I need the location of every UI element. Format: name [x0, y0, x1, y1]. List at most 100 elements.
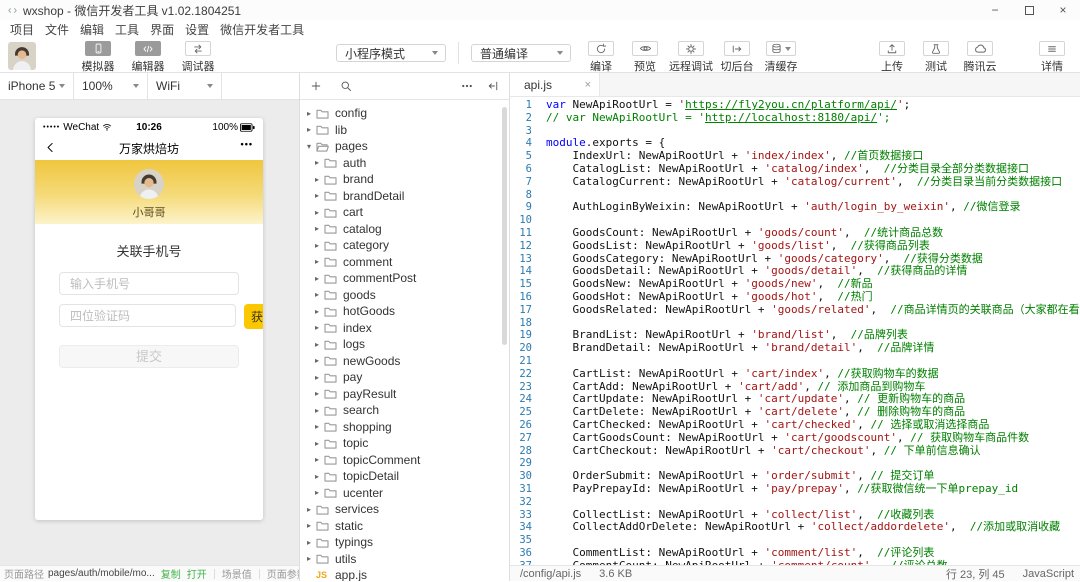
compile-select-value: 普通编译	[480, 46, 529, 61]
tree-item-typings[interactable]: ▸ typings	[300, 534, 509, 551]
code-line[interactable]: 20 BrandDetail: NewApiRootUrl + 'brand/d…	[510, 341, 1080, 355]
tree-item-search[interactable]: ▸ search	[300, 402, 509, 419]
back-icon[interactable]	[44, 141, 57, 154]
menu-item-1[interactable]: 文件	[45, 21, 69, 38]
copy-path-link[interactable]: 复制	[161, 566, 181, 581]
zoom-select[interactable]: 100%	[74, 73, 148, 99]
maximize-button[interactable]	[1012, 0, 1046, 20]
menu-item-6[interactable]: 微信开发者工具	[220, 21, 304, 38]
menu-item-0[interactable]: 项目	[10, 21, 34, 38]
bind-phone-form: 关联手机号 获取验证码 提交	[35, 224, 263, 520]
form-title: 关联手机号	[116, 244, 182, 259]
close-tab-icon[interactable]: ×	[585, 79, 591, 91]
tree-item-brandDetail[interactable]: ▸ brandDetail	[300, 188, 509, 205]
code-line[interactable]: 7 CatalogCurrent: NewApiRootUrl + 'catal…	[510, 175, 1080, 189]
verify-code-input[interactable]	[59, 304, 236, 327]
menu-item-4[interactable]: 界面	[150, 21, 174, 38]
tree-item-topicComment[interactable]: ▸ topicComment	[300, 452, 509, 469]
tree-item-ucenter[interactable]: ▸ ucenter	[300, 485, 509, 502]
tree-item-topicDetail[interactable]: ▸ topicDetail	[300, 468, 509, 485]
tab-api-js[interactable]: api.js ×	[510, 73, 600, 96]
code-line[interactable]: 9 AuthLoginByWeixin: NewApiRootUrl + 'au…	[510, 200, 1080, 214]
clear-cache-button[interactable]: 清缓存	[761, 41, 801, 74]
menu-item-5[interactable]: 设置	[185, 21, 209, 38]
page-params-tab[interactable]: 页面参数	[267, 566, 299, 581]
tree-item-topic[interactable]: ▸ topic	[300, 435, 509, 452]
close-button[interactable]: ×	[1046, 0, 1080, 20]
code-line[interactable]: 31 PayPrepayId: NewApiRootUrl + 'pay/pre…	[510, 482, 1080, 496]
compile-button[interactable]: 编译	[581, 41, 621, 74]
more-options-icon[interactable]	[461, 80, 473, 92]
tree-item-cart[interactable]: ▸ cart	[300, 204, 509, 221]
chevron-down-icon: ▾	[306, 141, 311, 151]
device-select[interactable]: iPhone 5	[0, 73, 74, 99]
folder-icon	[324, 306, 338, 317]
tree-item-services[interactable]: ▸ services	[300, 501, 509, 518]
tree-item-hotGoods[interactable]: ▸ hotGoods	[300, 303, 509, 320]
tree-item-pay[interactable]: ▸ pay	[300, 369, 509, 386]
remote-debug-button[interactable]: 远程调试	[669, 41, 713, 74]
tree-item-goods[interactable]: ▸ goods	[300, 287, 509, 304]
tree-item-static[interactable]: ▸ static	[300, 518, 509, 535]
caret-down-icon	[557, 51, 563, 55]
tree-item-shopping[interactable]: ▸ shopping	[300, 419, 509, 436]
tree-item-logs[interactable]: ▸ logs	[300, 336, 509, 353]
tree-item-auth[interactable]: ▸ auth	[300, 155, 509, 172]
editor-button[interactable]: 编辑器	[128, 41, 168, 74]
open-path-link[interactable]: 打开	[187, 566, 207, 581]
preview-button[interactable]: 预览	[625, 41, 665, 74]
scene-value-tab[interactable]: 场景值	[222, 566, 252, 581]
details-button[interactable]: 详情	[1032, 41, 1072, 74]
code-line[interactable]: 17 GoodsRelated: NewApiRootUrl + 'goods/…	[510, 303, 1080, 317]
tree-item-brand[interactable]: ▸ brand	[300, 171, 509, 188]
tree-item-newGoods[interactable]: ▸ newGoods	[300, 353, 509, 370]
more-menu-icon[interactable]: •••	[241, 139, 253, 149]
tree-item-commentPost[interactable]: ▸ commentPost	[300, 270, 509, 287]
tree-item-config[interactable]: ▸ config	[300, 105, 509, 122]
page-title: 万家烘焙坊	[118, 141, 179, 156]
tree-scrollbar[interactable]	[502, 107, 507, 345]
tree-item-catalog[interactable]: ▸ catalog	[300, 221, 509, 238]
tree-item-lib[interactable]: ▸ lib	[300, 122, 509, 139]
upload-button[interactable]: 上传	[872, 41, 912, 74]
tree-item-payResult[interactable]: ▸ payResult	[300, 386, 509, 403]
tree-item-pages[interactable]: ▾ pages	[300, 138, 509, 155]
test-button[interactable]: 测试	[916, 41, 956, 74]
compile-select[interactable]: 普通编译	[471, 44, 571, 62]
code-line[interactable]: 2 // var NewApiRootUrl = 'http://localhos…	[510, 111, 1080, 125]
chevron-right-icon: ▸	[314, 438, 319, 448]
switch-background-button[interactable]: 切后台	[717, 41, 757, 74]
tree-item-index[interactable]: ▸ index	[300, 320, 509, 337]
debugger-button[interactable]: 调试器	[178, 41, 218, 74]
tree-item-app-js[interactable]: JS app.js	[300, 567, 509, 581]
collapse-panel-icon[interactable]	[487, 80, 499, 92]
tree-item-comment[interactable]: ▸ comment	[300, 254, 509, 271]
tencent-cloud-button[interactable]: 腾讯云	[960, 41, 1000, 74]
tree-item-utils[interactable]: ▸ utils	[300, 551, 509, 568]
chevron-right-icon: ▸	[314, 455, 319, 465]
line-number: 34	[519, 521, 532, 534]
chevron-right-icon: ▸	[306, 554, 311, 564]
user-avatar[interactable]	[8, 42, 36, 70]
folder-icon	[324, 322, 338, 333]
simulator-button[interactable]: 模拟器	[78, 41, 118, 74]
network-select[interactable]: WiFi	[148, 73, 222, 99]
background-icon	[731, 43, 743, 55]
menu-item-3[interactable]: 工具	[115, 21, 139, 38]
code-line[interactable]: 28 CartCheckout: NewApiRootUrl + 'cart/c…	[510, 444, 1080, 458]
submit-button[interactable]: 提交	[59, 345, 239, 368]
cursor-position[interactable]: 行 23, 列 45	[946, 566, 1005, 582]
folder-icon	[324, 355, 338, 366]
get-code-button[interactable]: 获取验证码	[244, 304, 263, 329]
language-mode[interactable]: JavaScript	[1023, 568, 1074, 580]
line-number: 19	[519, 329, 532, 342]
search-icon[interactable]	[340, 80, 352, 92]
code-line[interactable]: 34 CollectAddOrDelete: NewApiRootUrl + '…	[510, 520, 1080, 534]
menu-item-2[interactable]: 编辑	[80, 21, 104, 38]
add-file-icon[interactable]	[310, 80, 322, 92]
tree-item-category[interactable]: ▸ category	[300, 237, 509, 254]
code-editor[interactable]: 1 var NewApiRootUrl = 'https://fly2you.cn…	[510, 97, 1080, 565]
phone-number-input[interactable]	[59, 272, 239, 295]
minimize-button[interactable]: −	[978, 0, 1012, 20]
mode-select[interactable]: 小程序模式	[336, 44, 446, 62]
